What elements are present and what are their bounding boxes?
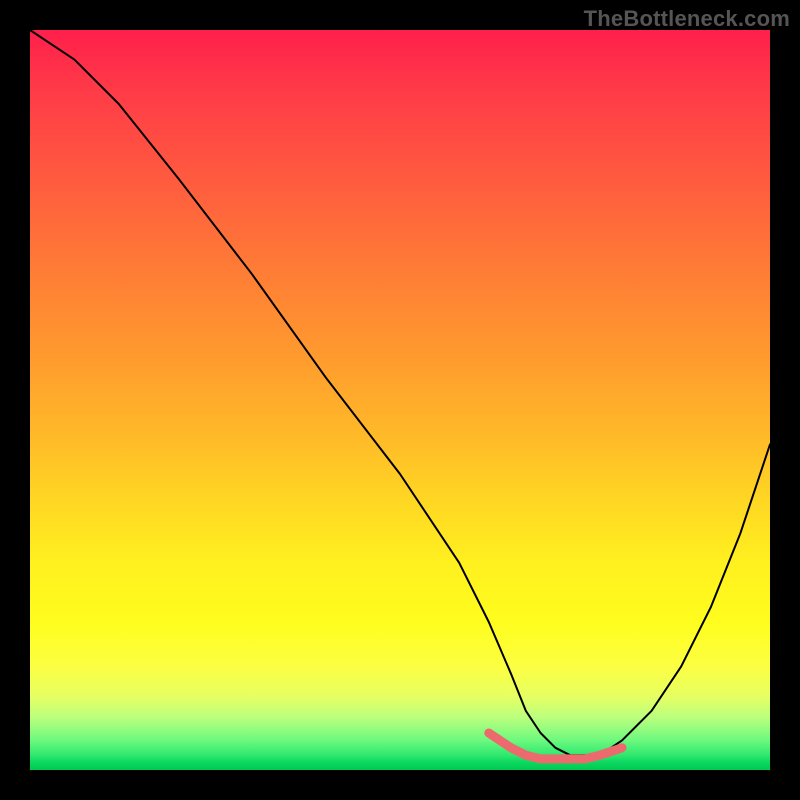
watermark-text: TheBottleneck.com	[584, 6, 790, 32]
optimal-range-marker	[489, 733, 622, 759]
bottleneck-curve	[30, 30, 770, 755]
plot-area	[30, 30, 770, 770]
curve-layer	[30, 30, 770, 770]
chart-container: TheBottleneck.com	[0, 0, 800, 800]
